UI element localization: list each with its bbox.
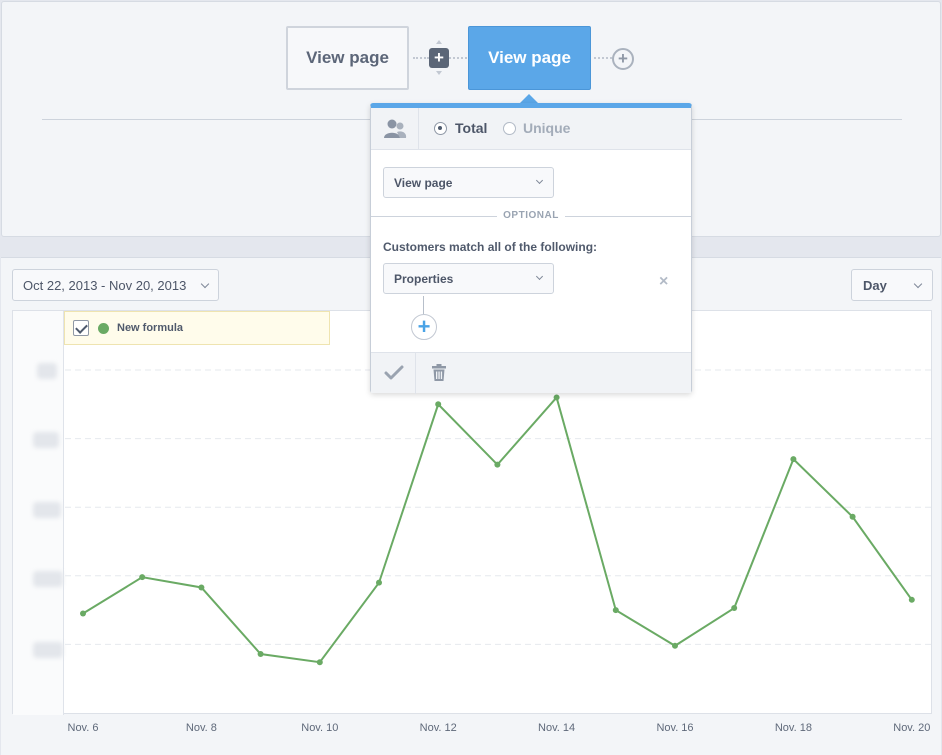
close-icon[interactable]: × — [659, 273, 668, 291]
x-tick-label: Nov. 10 — [301, 722, 339, 734]
connector-dots — [413, 57, 429, 59]
data-point[interactable] — [198, 584, 205, 591]
trash-icon[interactable] — [431, 363, 447, 383]
data-point[interactable] — [80, 610, 86, 617]
property-select[interactable]: Properties — [383, 263, 554, 294]
users-icon[interactable] — [371, 108, 419, 150]
x-tick-label: Nov. 16 — [656, 722, 694, 734]
optional-label: OPTIONAL — [497, 210, 565, 221]
legend-label: New formula — [117, 322, 184, 334]
interval-value: Day — [863, 277, 887, 293]
data-point[interactable] — [257, 651, 264, 658]
chevron-down-icon — [535, 176, 544, 185]
data-point[interactable] — [849, 513, 856, 520]
date-range-select[interactable]: Oct 22, 2013 - Nov 20, 2013 — [12, 269, 219, 301]
plus-square-icon[interactable]: + — [429, 48, 449, 68]
data-point[interactable] — [672, 642, 678, 649]
total-label[interactable]: Total — [455, 120, 487, 136]
step-settings-popover: Total Unique View page OPTIONAL Customer… — [370, 103, 692, 394]
popover-header: Total Unique — [371, 108, 691, 150]
data-point[interactable] — [731, 605, 738, 612]
series-line — [82, 395, 913, 664]
chart-legend: New formula — [64, 311, 330, 345]
footer-divider — [415, 353, 416, 394]
series-color-dot — [98, 322, 109, 334]
data-point[interactable] — [790, 456, 797, 463]
checkmark-icon[interactable] — [383, 363, 405, 383]
x-tick-label: Nov. 14 — [538, 722, 576, 734]
data-point[interactable] — [316, 659, 323, 666]
property-connector — [423, 296, 424, 314]
chevron-down-icon — [913, 279, 923, 289]
event-select[interactable]: View page — [383, 167, 554, 198]
add-property-button[interactable]: + — [411, 314, 437, 340]
data-point[interactable] — [553, 394, 560, 401]
data-point[interactable] — [435, 401, 442, 408]
chevron-down-icon — [535, 272, 544, 281]
match-label: Customers match all of the following: — [383, 240, 598, 254]
legend-checkbox[interactable] — [73, 320, 89, 336]
data-point[interactable] — [376, 579, 382, 586]
chevron-down-icon — [200, 279, 210, 289]
x-tick-label: Nov. 8 — [185, 722, 217, 734]
funnel-step-2[interactable]: View page — [468, 26, 591, 90]
data-point[interactable] — [908, 596, 915, 603]
property-select-value: Properties — [394, 271, 454, 286]
connector-dots — [449, 57, 467, 59]
popover-footer — [371, 352, 691, 394]
data-point[interactable] — [139, 574, 146, 581]
x-tick-label: Nov. 18 — [774, 722, 812, 734]
date-range-value: Oct 22, 2013 - Nov 20, 2013 — [23, 277, 187, 293]
data-point[interactable] — [494, 461, 501, 468]
move-up-icon — [436, 40, 442, 44]
unique-radio[interactable] — [503, 122, 516, 135]
total-radio[interactable] — [434, 122, 447, 135]
move-down-icon — [436, 71, 442, 75]
x-tick-label: Nov. 20 — [893, 722, 931, 734]
unique-label[interactable]: Unique — [523, 120, 570, 136]
x-tick-label: Nov. 6 — [67, 722, 99, 734]
event-select-value: View page — [394, 175, 453, 190]
interval-select[interactable]: Day — [851, 269, 933, 301]
popover-arrow — [520, 94, 538, 103]
funnel-step-1[interactable]: View page — [286, 26, 409, 90]
plus-circle-icon[interactable]: + — [612, 48, 634, 70]
x-axis-labels: Nov. 6 Nov. 8 Nov. 10 Nov. 12 Nov. 14 Nov. 16… — [1, 714, 942, 754]
connector-dots — [594, 57, 612, 59]
data-point[interactable] — [612, 607, 619, 614]
x-tick-label: Nov. 12 — [419, 722, 457, 734]
